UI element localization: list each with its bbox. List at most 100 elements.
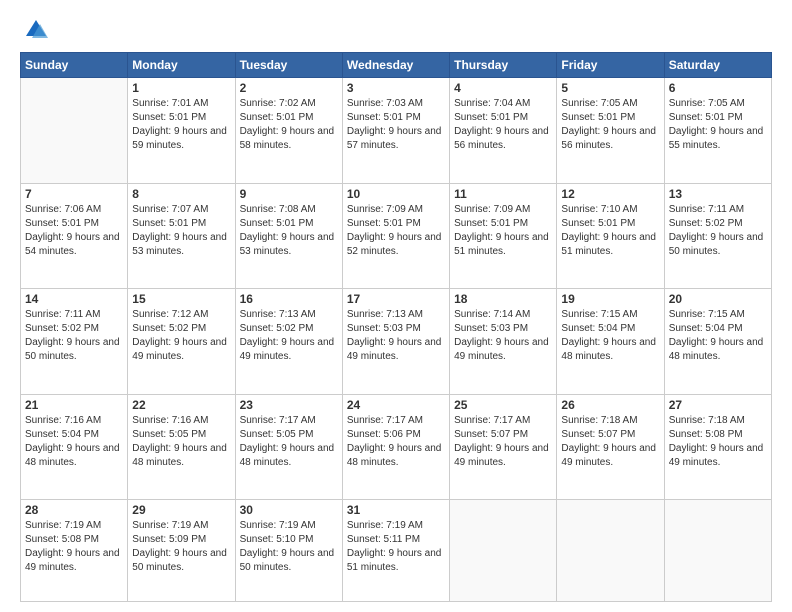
calendar-cell: 1 Sunrise: 7:01 AM Sunset: 5:01 PM Daylig… (128, 78, 235, 184)
day-info: Sunrise: 7:16 AM Sunset: 5:04 PM Dayligh… (25, 414, 123, 470)
calendar-cell: 24 Sunrise: 7:17 AM Sunset: 5:06 PM Dayli… (342, 394, 449, 500)
day-number: 24 (347, 398, 445, 412)
day-number: 5 (561, 81, 659, 95)
day-number: 2 (240, 81, 338, 95)
calendar-week-row: 21 Sunrise: 7:16 AM Sunset: 5:04 PM Dayli… (21, 394, 772, 500)
day-number: 25 (454, 398, 552, 412)
calendar-cell: 26Sunrise: 7:18 AM Sunset: 5:07 PM Dayli… (557, 394, 664, 500)
calendar-weekday-wednesday: Wednesday (342, 53, 449, 78)
calendar-weekday-friday: Friday (557, 53, 664, 78)
calendar-cell: 3Sunrise: 7:03 AM Sunset: 5:01 PM Daylig… (342, 78, 449, 184)
calendar-weekday-saturday: Saturday (664, 53, 771, 78)
day-info: Sunrise: 7:03 AM Sunset: 5:01 PM Dayligh… (347, 97, 445, 153)
calendar-weekday-tuesday: Tuesday (235, 53, 342, 78)
day-info: Sunrise: 7:06 AM Sunset: 5:01 PM Dayligh… (25, 203, 123, 259)
page: SundayMondayTuesdayWednesdayThursdayFrid… (0, 0, 792, 612)
calendar-cell: 21 Sunrise: 7:16 AM Sunset: 5:04 PM Dayli… (21, 394, 128, 500)
logo (20, 16, 52, 44)
calendar-cell: 30 Sunrise: 7:19 AM Sunset: 5:10 PM Dayli… (235, 500, 342, 602)
day-info: Sunrise: 7:04 AM Sunset: 5:01 PM Dayligh… (454, 97, 552, 153)
day-info: Sunrise: 7:02 AM Sunset: 5:01 PM Dayligh… (240, 97, 338, 153)
calendar-weekday-monday: Monday (128, 53, 235, 78)
day-info: Sunrise: 7:07 AM Sunset: 5:01 PM Dayligh… (132, 203, 230, 259)
day-info: Sunrise: 7:10 AM Sunset: 5:01 PM Dayligh… (561, 203, 659, 259)
day-number: 7 (25, 187, 123, 201)
calendar-cell: 9 Sunrise: 7:08 AM Sunset: 5:01 PM Daylig… (235, 183, 342, 289)
calendar-cell (664, 500, 771, 602)
day-number: 28 (25, 503, 123, 517)
calendar-cell: 27 Sunrise: 7:18 AM Sunset: 5:08 PM Dayli… (664, 394, 771, 500)
day-number: 18 (454, 292, 552, 306)
day-info: Sunrise: 7:11 AM Sunset: 5:02 PM Dayligh… (25, 308, 123, 364)
day-number: 22 (132, 398, 230, 412)
calendar-cell: 13 Sunrise: 7:11 AM Sunset: 5:02 PM Dayli… (664, 183, 771, 289)
calendar-cell: 18Sunrise: 7:14 AM Sunset: 5:03 PM Dayli… (450, 289, 557, 395)
calendar-cell: 19Sunrise: 7:15 AM Sunset: 5:04 PM Dayli… (557, 289, 664, 395)
day-info: Sunrise: 7:19 AM Sunset: 5:10 PM Dayligh… (240, 519, 338, 575)
calendar-cell: 2 Sunrise: 7:02 AM Sunset: 5:01 PM Daylig… (235, 78, 342, 184)
day-info: Sunrise: 7:19 AM Sunset: 5:11 PM Dayligh… (347, 519, 445, 575)
day-info: Sunrise: 7:08 AM Sunset: 5:01 PM Dayligh… (240, 203, 338, 259)
day-number: 15 (132, 292, 230, 306)
day-number: 29 (132, 503, 230, 517)
calendar-cell: 6 Sunrise: 7:05 AM Sunset: 5:01 PM Daylig… (664, 78, 771, 184)
calendar-cell: 8 Sunrise: 7:07 AM Sunset: 5:01 PM Daylig… (128, 183, 235, 289)
day-info: Sunrise: 7:17 AM Sunset: 5:06 PM Dayligh… (347, 414, 445, 470)
day-number: 13 (669, 187, 767, 201)
calendar-cell: 29 Sunrise: 7:19 AM Sunset: 5:09 PM Dayli… (128, 500, 235, 602)
day-number: 9 (240, 187, 338, 201)
calendar-week-row: 7 Sunrise: 7:06 AM Sunset: 5:01 PM Daylig… (21, 183, 772, 289)
day-info: Sunrise: 7:18 AM Sunset: 5:08 PM Dayligh… (669, 414, 767, 470)
day-info: Sunrise: 7:05 AM Sunset: 5:01 PM Dayligh… (669, 97, 767, 153)
calendar-cell: 10Sunrise: 7:09 AM Sunset: 5:01 PM Dayli… (342, 183, 449, 289)
day-number: 8 (132, 187, 230, 201)
calendar-cell: 31Sunrise: 7:19 AM Sunset: 5:11 PM Dayli… (342, 500, 449, 602)
day-info: Sunrise: 7:15 AM Sunset: 5:04 PM Dayligh… (669, 308, 767, 364)
calendar-cell: 12 Sunrise: 7:10 AM Sunset: 5:01 PM Dayli… (557, 183, 664, 289)
day-number: 30 (240, 503, 338, 517)
day-info: Sunrise: 7:01 AM Sunset: 5:01 PM Dayligh… (132, 97, 230, 153)
calendar-cell: 17Sunrise: 7:13 AM Sunset: 5:03 PM Dayli… (342, 289, 449, 395)
day-number: 21 (25, 398, 123, 412)
day-number: 16 (240, 292, 338, 306)
calendar-cell: 22 Sunrise: 7:16 AM Sunset: 5:05 PM Dayli… (128, 394, 235, 500)
day-number: 6 (669, 81, 767, 95)
day-info: Sunrise: 7:13 AM Sunset: 5:02 PM Dayligh… (240, 308, 338, 364)
calendar-cell (450, 500, 557, 602)
day-info: Sunrise: 7:15 AM Sunset: 5:04 PM Dayligh… (561, 308, 659, 364)
day-number: 27 (669, 398, 767, 412)
day-info: Sunrise: 7:18 AM Sunset: 5:07 PM Dayligh… (561, 414, 659, 470)
calendar-cell: 28 Sunrise: 7:19 AM Sunset: 5:08 PM Dayli… (21, 500, 128, 602)
day-info: Sunrise: 7:09 AM Sunset: 5:01 PM Dayligh… (454, 203, 552, 259)
calendar-cell: 20 Sunrise: 7:15 AM Sunset: 5:04 PM Dayli… (664, 289, 771, 395)
calendar-table: SundayMondayTuesdayWednesdayThursdayFrid… (20, 52, 772, 602)
logo-icon (20, 16, 48, 44)
day-number: 14 (25, 292, 123, 306)
calendar-cell: 5 Sunrise: 7:05 AM Sunset: 5:01 PM Daylig… (557, 78, 664, 184)
day-info: Sunrise: 7:11 AM Sunset: 5:02 PM Dayligh… (669, 203, 767, 259)
calendar-cell: 7 Sunrise: 7:06 AM Sunset: 5:01 PM Daylig… (21, 183, 128, 289)
calendar-cell: 23Sunrise: 7:17 AM Sunset: 5:05 PM Dayli… (235, 394, 342, 500)
calendar-cell: 15Sunrise: 7:12 AM Sunset: 5:02 PM Dayli… (128, 289, 235, 395)
calendar-cell: 25 Sunrise: 7:17 AM Sunset: 5:07 PM Dayli… (450, 394, 557, 500)
day-info: Sunrise: 7:19 AM Sunset: 5:08 PM Dayligh… (25, 519, 123, 575)
day-number: 1 (132, 81, 230, 95)
day-number: 4 (454, 81, 552, 95)
calendar-weekday-thursday: Thursday (450, 53, 557, 78)
calendar-cell (21, 78, 128, 184)
day-number: 20 (669, 292, 767, 306)
day-number: 12 (561, 187, 659, 201)
calendar-header-row: SundayMondayTuesdayWednesdayThursdayFrid… (21, 53, 772, 78)
day-info: Sunrise: 7:19 AM Sunset: 5:09 PM Dayligh… (132, 519, 230, 575)
day-info: Sunrise: 7:13 AM Sunset: 5:03 PM Dayligh… (347, 308, 445, 364)
day-info: Sunrise: 7:16 AM Sunset: 5:05 PM Dayligh… (132, 414, 230, 470)
day-info: Sunrise: 7:17 AM Sunset: 5:07 PM Dayligh… (454, 414, 552, 470)
calendar-cell: 14 Sunrise: 7:11 AM Sunset: 5:02 PM Dayli… (21, 289, 128, 395)
calendar-cell: 16 Sunrise: 7:13 AM Sunset: 5:02 PM Dayli… (235, 289, 342, 395)
calendar-weekday-sunday: Sunday (21, 53, 128, 78)
day-number: 23 (240, 398, 338, 412)
day-info: Sunrise: 7:05 AM Sunset: 5:01 PM Dayligh… (561, 97, 659, 153)
day-number: 10 (347, 187, 445, 201)
calendar-cell: 11Sunrise: 7:09 AM Sunset: 5:01 PM Dayli… (450, 183, 557, 289)
calendar-week-row: 14 Sunrise: 7:11 AM Sunset: 5:02 PM Dayli… (21, 289, 772, 395)
